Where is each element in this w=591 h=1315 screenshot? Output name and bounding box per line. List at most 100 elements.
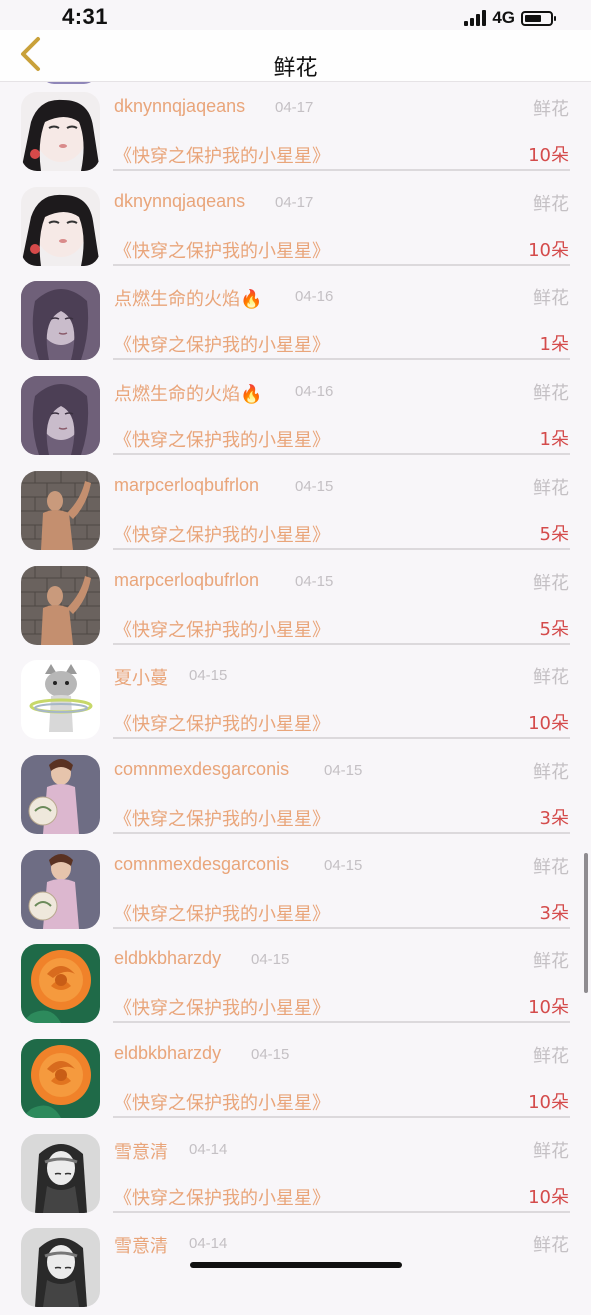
man-wall-icon <box>21 565 100 645</box>
record-date: 04-14 <box>189 1235 228 1253</box>
avatar[interactable] <box>21 1228 100 1308</box>
record-date: 04-15 <box>295 477 334 495</box>
list-item[interactable]: marpcerloqbufrlon 04-15 鲜花 《快穿之保护我的小星星》 … <box>0 464 591 558</box>
list-item[interactable]: marpcerloqbufrlon 04-15 鲜花 《快穿之保护我的小星星》 … <box>0 559 591 653</box>
status-indicators: 4G <box>464 8 556 28</box>
list-item[interactable]: dknynnqjaqeans 04-17 鲜花 《快穿之保护我的小星星》 10朵 <box>0 85 591 179</box>
avatar[interactable] <box>21 92 100 171</box>
status-time: 4:31 <box>62 4 109 29</box>
username[interactable]: 雪意清 <box>114 1232 168 1258</box>
sketch-girl-icon <box>21 281 100 361</box>
book-title[interactable]: 《快穿之保护我的小星星》 <box>114 710 330 736</box>
gift-type: 鲜花 <box>533 99 569 120</box>
list-item[interactable]: dknynnqjaqeans 04-17 鲜花 《快穿之保护我的小星星》 10朵 <box>0 180 591 274</box>
avatar[interactable] <box>21 944 100 1024</box>
avatar[interactable] <box>21 849 100 929</box>
username[interactable]: marpcerloqbufrlon <box>114 475 259 496</box>
network-type: 4G <box>492 8 515 27</box>
gift-amount: 3朵 <box>539 807 569 829</box>
gift-amount: 10朵 <box>528 239 569 261</box>
record-date: 04-15 <box>295 572 334 590</box>
gift-amount: 5朵 <box>539 618 569 640</box>
row-divider <box>113 926 570 929</box>
list-item[interactable]: 夏小蔓 04-15 鲜花 《快穿之保护我的小星星》 10朵 <box>0 653 591 747</box>
avatar[interactable] <box>21 281 100 361</box>
list-item[interactable]: comnmexdesgarconis 04-15 鲜花 《快穿之保护我的小星星》… <box>0 748 591 842</box>
gift-type: 鲜花 <box>533 951 569 973</box>
list-item[interactable]: 点燃生命的火焰🔥 04-16 鲜花 《快穿之保护我的小星星》 1朵 <box>0 274 591 368</box>
gift-amount: 10朵 <box>528 1186 569 1208</box>
avatar[interactable] <box>21 754 100 834</box>
gift-type: 鲜花 <box>533 761 569 783</box>
gift-type: 鲜花 <box>533 477 569 499</box>
row-divider <box>113 1116 570 1118</box>
book-title[interactable]: 《快穿之保护我的小星星》 <box>114 426 330 452</box>
row-divider <box>113 831 570 834</box>
record-date: 04-16 <box>295 383 334 401</box>
book-title[interactable]: 《快穿之保护我的小星星》 <box>114 900 330 926</box>
avatar[interactable] <box>21 376 100 456</box>
username[interactable]: 雪意清 <box>114 1138 168 1164</box>
username[interactable]: 夏小蔓 <box>114 664 168 690</box>
username[interactable]: eldbkbharzdy <box>114 948 221 969</box>
avatar[interactable] <box>21 660 100 740</box>
row-divider <box>113 169 570 171</box>
gift-type: 鲜花 <box>533 1235 569 1257</box>
gift-type: 鲜花 <box>533 288 569 310</box>
avatar[interactable] <box>21 1039 100 1118</box>
username[interactable]: dknynnqjaqeans <box>114 191 245 212</box>
list-item[interactable]: 雪意清 04-14 鲜花 《快穿之保护我的小星星》 10朵 <box>0 1127 591 1221</box>
row-divider <box>113 263 570 266</box>
book-title[interactable]: 《快穿之保护我的小星星》 <box>114 331 330 357</box>
list-item[interactable]: 点燃生命的火焰🔥 04-16 鲜花 《快穿之保护我的小星星》 1朵 <box>0 369 591 463</box>
book-title[interactable]: 《快穿之保护我的小星星》 <box>114 616 330 642</box>
record-date: 04-16 <box>295 288 334 306</box>
gift-type: 鲜花 <box>533 572 569 594</box>
gift-amount: 1朵 <box>539 429 569 451</box>
gift-amount: 10朵 <box>528 1092 569 1113</box>
cat-hula-icon <box>21 660 100 740</box>
gift-type: 鲜花 <box>533 193 569 215</box>
username[interactable]: eldbkbharzdy <box>114 1043 221 1064</box>
page-title: 鲜花 <box>273 56 318 81</box>
book-title[interactable]: 《快穿之保护我的小星星》 <box>114 1089 330 1115</box>
record-date: 04-15 <box>251 1046 290 1063</box>
record-date: 04-15 <box>251 951 290 969</box>
row-divider <box>113 1210 570 1213</box>
scrollbar[interactable] <box>584 853 588 993</box>
home-indicator[interactable] <box>190 1262 402 1268</box>
gift-amount: 10朵 <box>528 997 569 1019</box>
avatar[interactable] <box>21 186 100 266</box>
book-title[interactable]: 《快穿之保护我的小星星》 <box>114 1184 330 1210</box>
bw-woman-icon <box>21 1228 100 1308</box>
username[interactable]: 点燃生命的火焰🔥 <box>114 380 262 406</box>
gift-type: 鲜花 <box>533 667 569 689</box>
list-item[interactable]: eldbkbharzdy 04-15 鲜花 《快穿之保护我的小星星》 10朵 <box>0 1032 591 1126</box>
book-title[interactable]: 《快穿之保护我的小星星》 <box>114 237 330 263</box>
username[interactable]: marpcerloqbufrlon <box>114 570 259 591</box>
book-title[interactable]: 《快穿之保护我的小星星》 <box>114 805 330 831</box>
username[interactable]: comnmexdesgarconis <box>114 759 289 780</box>
row-divider <box>113 453 570 456</box>
username[interactable]: comnmexdesgarconis <box>114 854 289 875</box>
book-title[interactable]: 《快穿之保护我的小星星》 <box>114 521 330 547</box>
list-item[interactable]: eldbkbharzdy 04-15 鲜花 《快穿之保护我的小星星》 10朵 <box>0 937 591 1031</box>
list-item[interactable]: 雪意清 04-14 鲜花 <box>0 1221 591 1315</box>
gift-amount: 10朵 <box>528 145 569 166</box>
battery-level <box>525 14 541 22</box>
book-title[interactable]: 《快穿之保护我的小星星》 <box>114 994 330 1020</box>
avatar[interactable] <box>21 565 100 645</box>
navigation-bar: 鲜花 <box>0 30 591 82</box>
sketch-girl-icon <box>21 376 100 456</box>
gift-amount: 10朵 <box>528 713 569 735</box>
record-date: 04-17 <box>275 99 314 116</box>
username[interactable]: dknynnqjaqeans <box>114 96 245 117</box>
book-title[interactable]: 《快穿之保护我的小星星》 <box>114 142 330 168</box>
record-date: 04-17 <box>275 193 314 211</box>
username[interactable]: 点燃生命的火焰🔥 <box>114 285 262 311</box>
list-item[interactable]: comnmexdesgarconis 04-15 鲜花 《快穿之保护我的小星星》… <box>0 843 591 937</box>
orange-rose-icon <box>21 1039 100 1118</box>
qipao-woman-icon <box>21 849 100 929</box>
avatar[interactable] <box>21 470 100 550</box>
avatar[interactable] <box>21 1133 100 1213</box>
